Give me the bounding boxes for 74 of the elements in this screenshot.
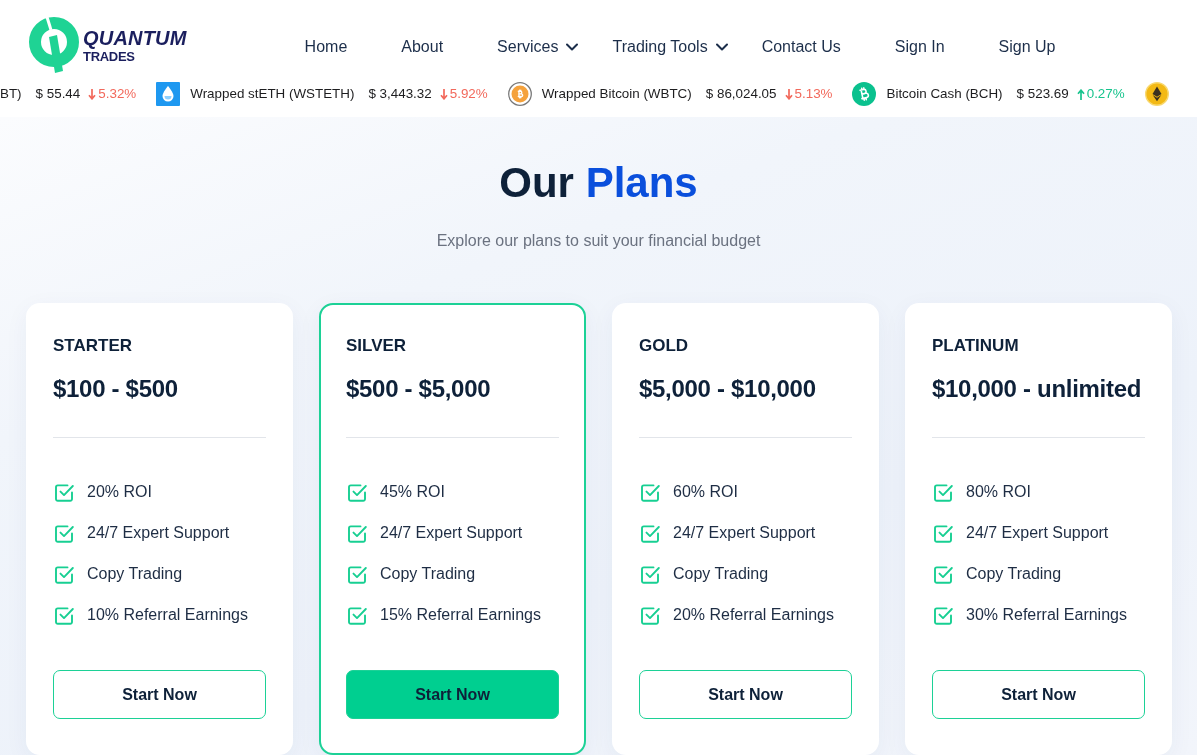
- feature-text: 20% ROI: [87, 482, 152, 502]
- feature-text: 20% Referral Earnings: [673, 605, 834, 625]
- check-square-icon: [348, 482, 367, 502]
- feature-text: 24/7 Expert Support: [673, 523, 816, 543]
- check-square-icon: [934, 482, 953, 502]
- plan-price: $500 - $5,000: [346, 374, 491, 404]
- nav-link[interactable]: About: [401, 37, 444, 57]
- check-square-icon: [641, 523, 660, 543]
- feature-text: 24/7 Expert Support: [87, 523, 230, 543]
- feature-text: 30% Referral Earnings: [966, 605, 1127, 625]
- price-change: 5.92%: [449, 85, 488, 103]
- coin-price: $ 3,443.32: [368, 85, 432, 103]
- check-square-icon: [641, 482, 660, 502]
- start-button[interactable]: Start Now: [346, 670, 559, 719]
- check-square-icon: [934, 564, 953, 584]
- start-button[interactable]: Start Now: [639, 670, 852, 719]
- plan-name: PLATINUM: [932, 336, 1019, 356]
- nav-link[interactable]: Trading Tools: [612, 37, 728, 57]
- plan-name: SILVER: [346, 336, 407, 356]
- check-square-icon: [348, 605, 367, 625]
- diamond-coin-icon: [1144, 82, 1169, 106]
- plan-price: $5,000 - $10,000: [639, 374, 816, 404]
- price-change: 0.27%: [1086, 85, 1125, 103]
- logo-wordmark: QUANTUM: [83, 27, 187, 49]
- check-square-icon: [934, 523, 953, 543]
- check-square-icon: [55, 564, 74, 584]
- coin-name: Wrapped Bitcoin (WBTC): [541, 85, 692, 103]
- start-button[interactable]: Start Now: [53, 670, 266, 719]
- feature-text: 45% ROI: [380, 482, 445, 502]
- check-square-icon: [934, 605, 953, 625]
- start-button[interactable]: Start Now: [932, 670, 1145, 719]
- check-square-icon: [55, 482, 74, 502]
- nav-link[interactable]: Sign In: [894, 37, 945, 57]
- check-square-icon: [55, 605, 74, 625]
- plan-price: $10,000 - unlimited: [932, 374, 1142, 404]
- nav-link[interactable]: Services: [497, 37, 579, 57]
- feature-text: 60% ROI: [673, 482, 738, 502]
- nav-link[interactable]: Contact Us: [761, 37, 841, 57]
- coin-price: $ 55.44: [35, 85, 81, 103]
- feature-text: 24/7 Expert Support: [380, 523, 523, 543]
- coin-name: BT): [0, 85, 22, 103]
- droplet-icon: [156, 82, 181, 106]
- feature-text: Copy Trading: [380, 564, 476, 584]
- section-subtitle: Explore our plans to suit your financial budget: [436, 231, 761, 251]
- feature-text: 15% Referral Earnings: [380, 605, 541, 625]
- chevron-down-icon: [715, 43, 728, 51]
- price-change: 5.32%: [98, 85, 137, 103]
- plan-name: STARTER: [53, 336, 132, 356]
- logo-icon: [28, 17, 80, 73]
- bitcoin-icon: [852, 82, 877, 106]
- coin-name: Bitcoin Cash (BCH): [886, 85, 1003, 103]
- chevron-down-icon: [566, 43, 579, 51]
- feature-text: 80% ROI: [966, 482, 1031, 502]
- section-title: Our Plans: [499, 158, 698, 208]
- nav-link[interactable]: Home: [304, 37, 348, 57]
- check-square-icon: [348, 523, 367, 543]
- logo-subtitle: TRADES: [83, 49, 135, 65]
- bitcoin-icon: [507, 82, 532, 106]
- check-square-icon: [348, 564, 367, 584]
- coin-price: $ 523.69: [1016, 85, 1069, 103]
- feature-text: Copy Trading: [673, 564, 769, 584]
- check-square-icon: [641, 605, 660, 625]
- feature-text: Copy Trading: [87, 564, 183, 584]
- feature-text: 24/7 Expert Support: [966, 523, 1109, 543]
- plan-name: GOLD: [639, 336, 689, 356]
- price-change: 5.13%: [794, 85, 833, 103]
- feature-text: 10% Referral Earnings: [87, 605, 248, 625]
- check-square-icon: [55, 523, 74, 543]
- feature-text: Copy Trading: [966, 564, 1062, 584]
- nav-link[interactable]: Sign Up: [998, 37, 1056, 57]
- coin-price: $ 86,024.05: [705, 85, 777, 103]
- plan-price: $100 - $500: [53, 374, 178, 404]
- check-square-icon: [641, 564, 660, 584]
- coin-name: Wrapped stETH (WSTETH): [190, 85, 355, 103]
